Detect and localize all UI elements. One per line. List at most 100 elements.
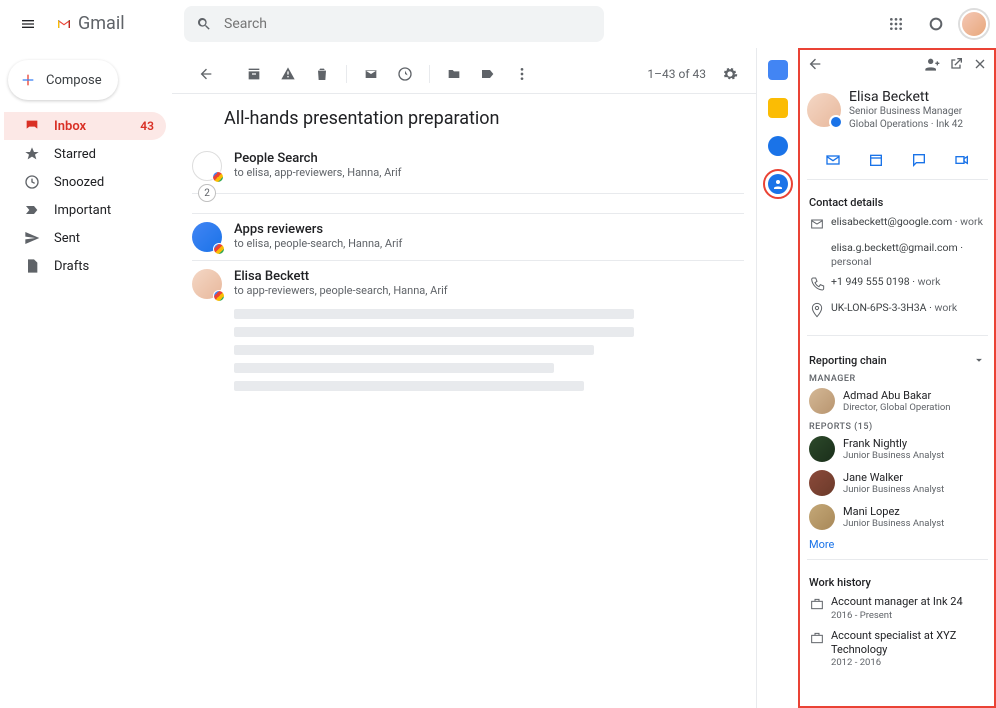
snoozed-icon xyxy=(24,174,40,190)
tasks-app-button[interactable] xyxy=(768,136,788,156)
nav-inbox[interactable]: Inbox43 xyxy=(4,112,166,140)
drafts-icon xyxy=(24,258,40,274)
contact-panel: Elisa Beckett Senior Business Manager Gl… xyxy=(798,48,996,708)
report-row[interactable]: Frank NightlyJunior Business Analyst xyxy=(809,436,986,462)
panel-back-button[interactable] xyxy=(807,56,823,75)
compose-button[interactable]: Compose xyxy=(8,60,118,100)
gmail-logo[interactable]: Gmail xyxy=(56,13,176,34)
message-row[interactable]: People Searchto elisa, app-reviewers, Ha… xyxy=(192,143,744,189)
more-reports-link[interactable]: More xyxy=(809,538,986,551)
circle-icon xyxy=(928,16,944,32)
snooze-button[interactable] xyxy=(391,60,419,88)
trash-icon xyxy=(314,66,330,82)
contacts-app-button[interactable] xyxy=(768,174,788,194)
arrow-left-icon xyxy=(198,66,214,82)
email-personal[interactable]: elisa.g.beckett@gmail.com · personal xyxy=(831,241,986,269)
delete-button[interactable] xyxy=(308,60,336,88)
thread-subject: All-hands presentation preparation xyxy=(172,94,756,143)
manager-row[interactable]: Admad Abu BakarDirector, Global Operatio… xyxy=(809,388,986,414)
account-ring-button[interactable] xyxy=(920,8,952,40)
labels-button[interactable] xyxy=(474,60,502,88)
search-input[interactable] xyxy=(224,16,592,32)
nav-important[interactable]: Important xyxy=(4,196,166,224)
sender-name: Apps reviewers xyxy=(234,222,744,237)
menu-icon xyxy=(20,16,36,32)
google-badge-icon xyxy=(213,243,225,255)
recipients-line: to elisa, people-search, Hanna, Arif xyxy=(234,237,744,250)
collapsed-count[interactable]: 2 xyxy=(198,184,216,202)
mail-icon xyxy=(363,66,379,82)
move-to-button[interactable] xyxy=(440,60,468,88)
add-contact-button[interactable] xyxy=(924,56,940,75)
starred-icon xyxy=(24,146,40,162)
send-message-button[interactable] xyxy=(910,151,928,169)
sender-avatar xyxy=(192,222,222,252)
report-row[interactable]: Mani LopezJunior Business Analyst xyxy=(809,504,986,530)
nav-snoozed[interactable]: Snoozed xyxy=(4,168,166,196)
left-navigation: Compose Inbox43StarredSnoozedImportantSe… xyxy=(0,48,172,708)
clock-icon xyxy=(397,66,413,82)
sent-icon xyxy=(24,230,40,246)
person-add-icon xyxy=(924,56,940,72)
contact-details-header: Contact details xyxy=(809,196,986,209)
report-row[interactable]: Jane WalkerJunior Business Analyst xyxy=(809,470,986,496)
sender-name: People Search xyxy=(234,151,744,166)
video-icon xyxy=(954,152,970,168)
calendar-icon xyxy=(868,152,884,168)
archive-icon xyxy=(246,66,262,82)
more-vert-icon xyxy=(514,66,530,82)
pagination-counter: 1–43 of 43 xyxy=(647,67,706,81)
archive-button[interactable] xyxy=(240,60,268,88)
apps-launcher-button[interactable] xyxy=(880,8,912,40)
settings-button[interactable] xyxy=(716,60,744,88)
account-avatar[interactable] xyxy=(960,10,988,38)
person-icon xyxy=(772,178,784,190)
gear-icon xyxy=(722,66,738,82)
contact-title: Senior Business Manager xyxy=(849,105,963,118)
work-history-row: Account manager at Ink 242016 - Present xyxy=(809,595,986,620)
compose-label: Compose xyxy=(46,73,102,88)
org-badge-icon xyxy=(829,115,843,129)
schedule-event-button[interactable] xyxy=(867,151,885,169)
email-work[interactable]: elisabeckett@google.com · work xyxy=(831,215,983,229)
back-button[interactable] xyxy=(192,60,220,88)
chevron-down-icon xyxy=(972,352,986,368)
close-panel-button[interactable] xyxy=(972,56,988,75)
main-menu-button[interactable] xyxy=(8,4,48,44)
start-video-button[interactable] xyxy=(953,151,971,169)
conversation-pane: 1–43 of 43 All-hands presentation prepar… xyxy=(172,48,756,708)
message-row[interactable]: Elisa Beckettto app-reviewers, people-se… xyxy=(192,260,744,399)
recipients-line: to app-reviewers, people-search, Hanna, … xyxy=(234,284,744,297)
message-row[interactable]: Apps reviewersto elisa, people-search, H… xyxy=(192,213,744,260)
nav-drafts[interactable]: Drafts xyxy=(4,252,166,280)
desk-location[interactable]: UK-LON-6PS-3-3H3A · work xyxy=(831,301,957,315)
work-history-header: Work history xyxy=(809,576,986,589)
inbox-icon xyxy=(24,118,40,134)
nav-starred[interactable]: Starred xyxy=(4,140,166,168)
more-button[interactable] xyxy=(508,60,536,88)
person-avatar xyxy=(809,504,835,530)
person-avatar xyxy=(809,436,835,462)
mark-unread-button[interactable] xyxy=(357,60,385,88)
open-in-new-icon xyxy=(948,56,964,72)
contact-name: Elisa Beckett xyxy=(849,89,963,105)
label-icon xyxy=(480,66,496,82)
close-icon xyxy=(972,56,988,72)
folder-icon xyxy=(446,66,462,82)
manager-header: MANAGER xyxy=(809,374,986,384)
contact-avatar xyxy=(807,93,841,127)
keep-app-button[interactable] xyxy=(768,98,788,118)
calendar-app-button[interactable] xyxy=(768,60,788,80)
plus-icon xyxy=(20,72,36,88)
search-bar[interactable] xyxy=(184,6,604,42)
open-new-button[interactable] xyxy=(948,56,964,75)
reporting-chain-header[interactable]: Reporting chain xyxy=(809,352,986,368)
send-email-button[interactable] xyxy=(824,151,842,169)
chat-icon xyxy=(911,152,927,168)
apps-grid-icon xyxy=(888,16,904,32)
nav-sent[interactable]: Sent xyxy=(4,224,166,252)
report-spam-button[interactable] xyxy=(274,60,302,88)
app-name: Gmail xyxy=(78,13,125,34)
phone-number[interactable]: +1 949 555 0198 · work xyxy=(831,275,940,289)
side-rail xyxy=(756,48,798,708)
